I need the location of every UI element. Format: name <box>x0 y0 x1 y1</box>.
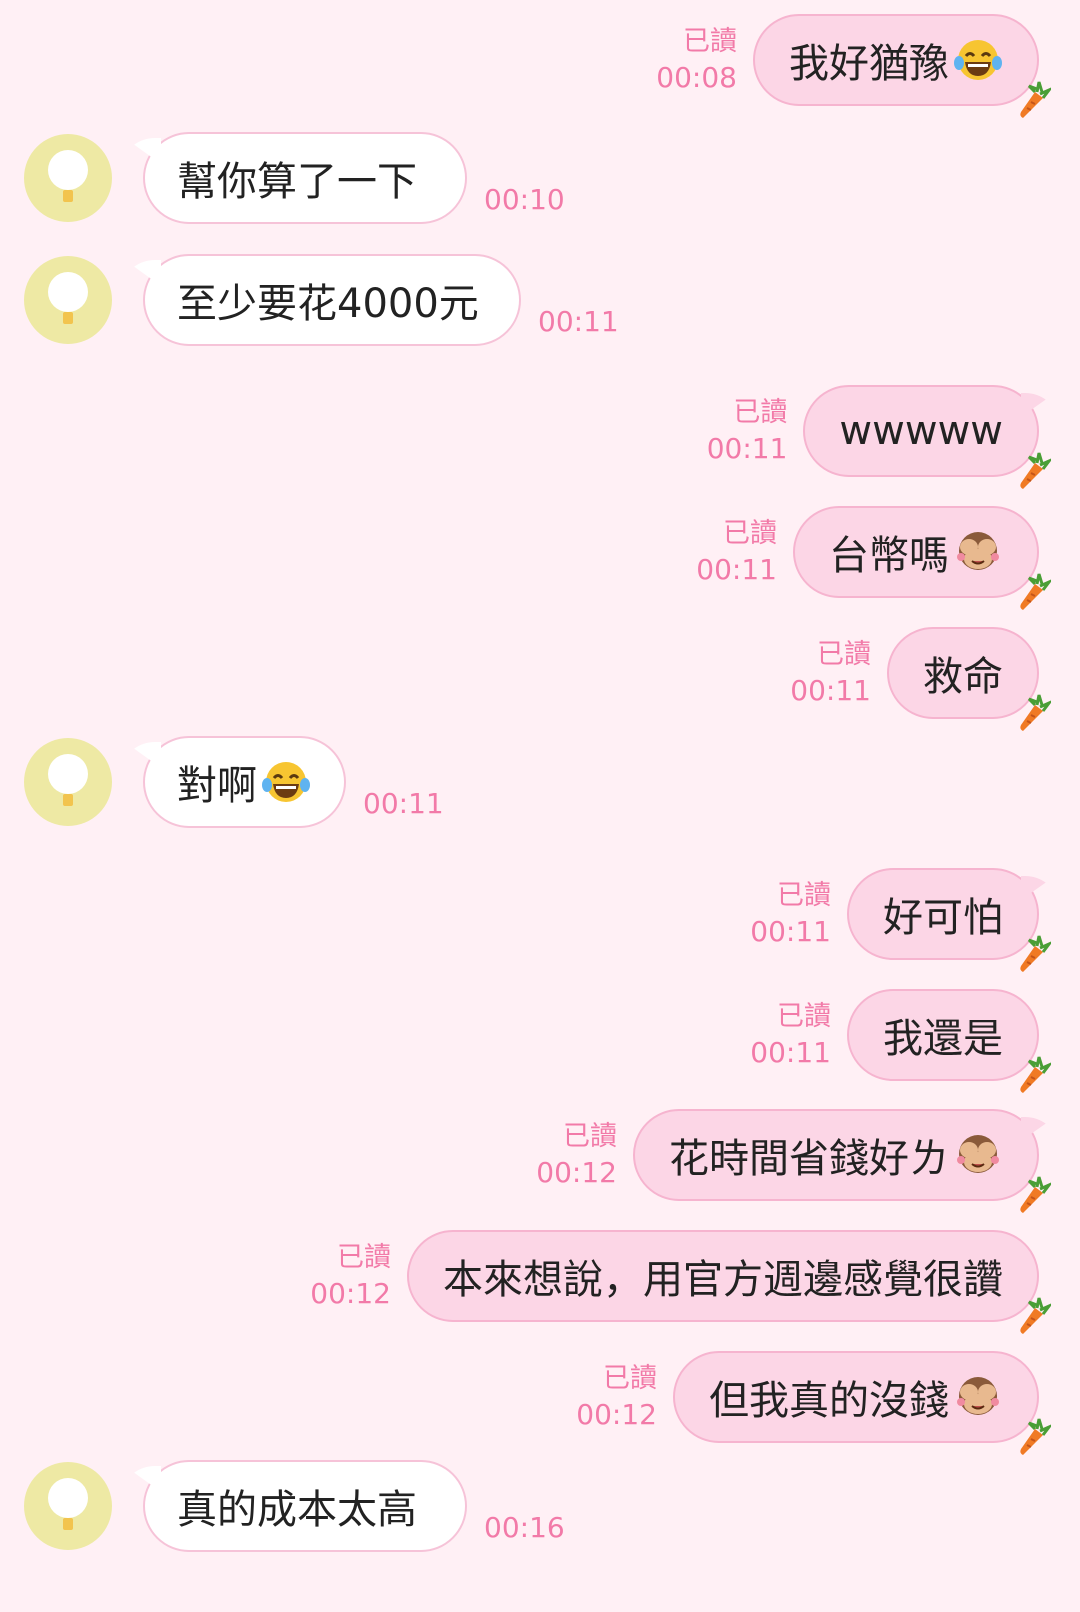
message-text: 但我真的沒錢 <box>709 1378 949 1424</box>
message-time: 00:10 <box>484 183 565 216</box>
message-row-sent: 已讀 00:12 本來想說，用官方週邊感覺很讚 <box>0 1228 1080 1334</box>
message-bubble[interactable]: 我好猶豫 <box>753 14 1051 118</box>
message-meta: 已讀 00:11 <box>696 516 777 588</box>
avatar[interactable] <box>24 256 112 344</box>
avatar[interactable] <box>24 134 112 222</box>
see-no-evil-monkey-emoji <box>957 1377 999 1415</box>
message-text: 真的成本太高 <box>177 1487 417 1533</box>
message-time: 00:08 <box>656 61 737 94</box>
message-text: 我好猶豫 <box>789 41 949 87</box>
read-receipt: 已讀 <box>733 397 788 428</box>
message-row-received: 幫你算了一下 00:10 <box>0 132 1080 228</box>
carrot-icon <box>1020 1297 1051 1334</box>
message-meta: 已讀 00:11 <box>790 637 871 709</box>
laugh-cry-emoji <box>262 762 310 802</box>
message-row-sent: 已讀 00:12 花時間省錢好ㄌ <box>0 1107 1080 1213</box>
read-receipt: 已讀 <box>563 1121 617 1152</box>
message-meta: 已讀 00:08 <box>656 24 737 96</box>
laugh-cry-emoji <box>954 40 1002 80</box>
message-bubble[interactable]: 救命 <box>887 627 1051 731</box>
read-receipt: 已讀 <box>817 639 871 670</box>
message-text: 本來想說，用官方週邊感覺很讚 <box>443 1257 1003 1303</box>
message-bubble[interactable]: 至少要花4000元 <box>143 254 521 346</box>
carrot-icon <box>1020 573 1051 610</box>
message-meta: 已讀 00:12 <box>576 1361 657 1433</box>
read-receipt: 已讀 <box>777 1001 831 1032</box>
message-time: 00:12 <box>536 1156 617 1189</box>
read-receipt: 已讀 <box>723 518 777 549</box>
message-text: wwwww <box>839 408 1003 454</box>
avatar[interactable] <box>24 1462 112 1550</box>
message-row-received: 真的成本太高 00:16 <box>0 1460 1080 1556</box>
message-bubble[interactable]: wwwww <box>803 385 1051 489</box>
read-receipt: 已讀 <box>337 1242 391 1273</box>
message-bubble[interactable]: 台幣嗎 <box>793 506 1051 610</box>
message-text: 花時間省錢好ㄌ <box>669 1136 949 1182</box>
read-receipt: 已讀 <box>683 26 737 57</box>
message-meta: 已讀 00:11 <box>707 395 788 467</box>
message-row-sent: 已讀 00:11 我還是 <box>0 987 1080 1093</box>
message-time: 00:12 <box>576 1398 657 1431</box>
message-text: 台幣嗎 <box>829 533 949 579</box>
message-time: 00:12 <box>310 1277 391 1310</box>
message-meta: 已讀 00:12 <box>536 1119 617 1191</box>
message-bubble[interactable]: 但我真的沒錢 <box>673 1351 1051 1455</box>
message-row-sent: 已讀 00:11 台幣嗎 <box>0 504 1080 610</box>
see-no-evil-monkey-emoji <box>957 532 999 570</box>
message-time: 00:11 <box>750 1036 831 1069</box>
message-time: 00:16 <box>484 1511 565 1544</box>
read-receipt: 已讀 <box>777 880 831 911</box>
message-row-sent: 已讀 00:11 wwwww <box>0 383 1080 489</box>
message-time: 00:11 <box>696 553 777 586</box>
message-bubble[interactable]: 幫你算了一下 <box>143 132 467 224</box>
carrot-icon <box>1020 81 1051 118</box>
carrot-icon <box>1020 452 1051 489</box>
carrot-icon <box>1020 1056 1051 1093</box>
message-row-sent: 已讀 00:08 我好猶豫 <box>0 12 1080 118</box>
message-bubble[interactable]: 好可怕 <box>847 868 1051 972</box>
carrot-icon <box>1020 935 1051 972</box>
message-row-sent: 已讀 00:12 但我真的沒錢 <box>0 1349 1080 1455</box>
message-bubble[interactable]: 對啊 <box>143 736 346 828</box>
chat-thread[interactable]: 已讀 00:08 我好猶豫 幫你算了一下 00:10 至少要花4000元 00:… <box>0 0 1080 1612</box>
message-text: 幫你算了一下 <box>177 159 417 205</box>
carrot-icon <box>1020 1418 1051 1455</box>
message-time: 00:11 <box>706 432 788 465</box>
message-text: 至少要花4000元 <box>177 281 479 327</box>
message-text: 救命 <box>923 654 1003 700</box>
message-text: 好可怕 <box>883 895 1003 941</box>
lightbulb-icon <box>48 754 88 794</box>
message-row-sent: 已讀 00:11 好可怕 <box>0 866 1080 972</box>
message-bubble[interactable]: 本來想說，用官方週邊感覺很讚 <box>407 1230 1051 1334</box>
message-bubble[interactable]: 我還是 <box>847 989 1051 1093</box>
message-row-sent: 已讀 00:11 救命 <box>0 625 1080 731</box>
message-time: 00:11 <box>750 915 831 948</box>
message-meta: 已讀 00:11 <box>750 999 831 1071</box>
message-text: 對啊 <box>177 763 257 809</box>
lightbulb-icon <box>48 1478 88 1518</box>
avatar[interactable] <box>24 738 112 826</box>
carrot-icon <box>1020 694 1051 731</box>
carrot-icon <box>1020 1176 1051 1213</box>
message-time: 00:11 <box>790 674 871 707</box>
lightbulb-icon <box>48 272 88 312</box>
message-meta: 已讀 00:11 <box>750 878 831 950</box>
see-no-evil-monkey-emoji <box>957 1135 999 1173</box>
message-bubble[interactable]: 花時間省錢好ㄌ <box>633 1109 1051 1213</box>
message-bubble[interactable]: 真的成本太高 <box>143 1460 467 1552</box>
message-row-received: 對啊 00:11 <box>0 736 1080 832</box>
message-meta: 已讀 00:12 <box>310 1240 391 1312</box>
message-time: 00:11 <box>363 787 444 820</box>
message-time: 00:11 <box>538 305 619 338</box>
lightbulb-icon <box>48 150 88 190</box>
message-row-received: 至少要花4000元 00:11 <box>0 254 1080 350</box>
message-text: 我還是 <box>883 1016 1003 1062</box>
read-receipt: 已讀 <box>603 1363 657 1394</box>
